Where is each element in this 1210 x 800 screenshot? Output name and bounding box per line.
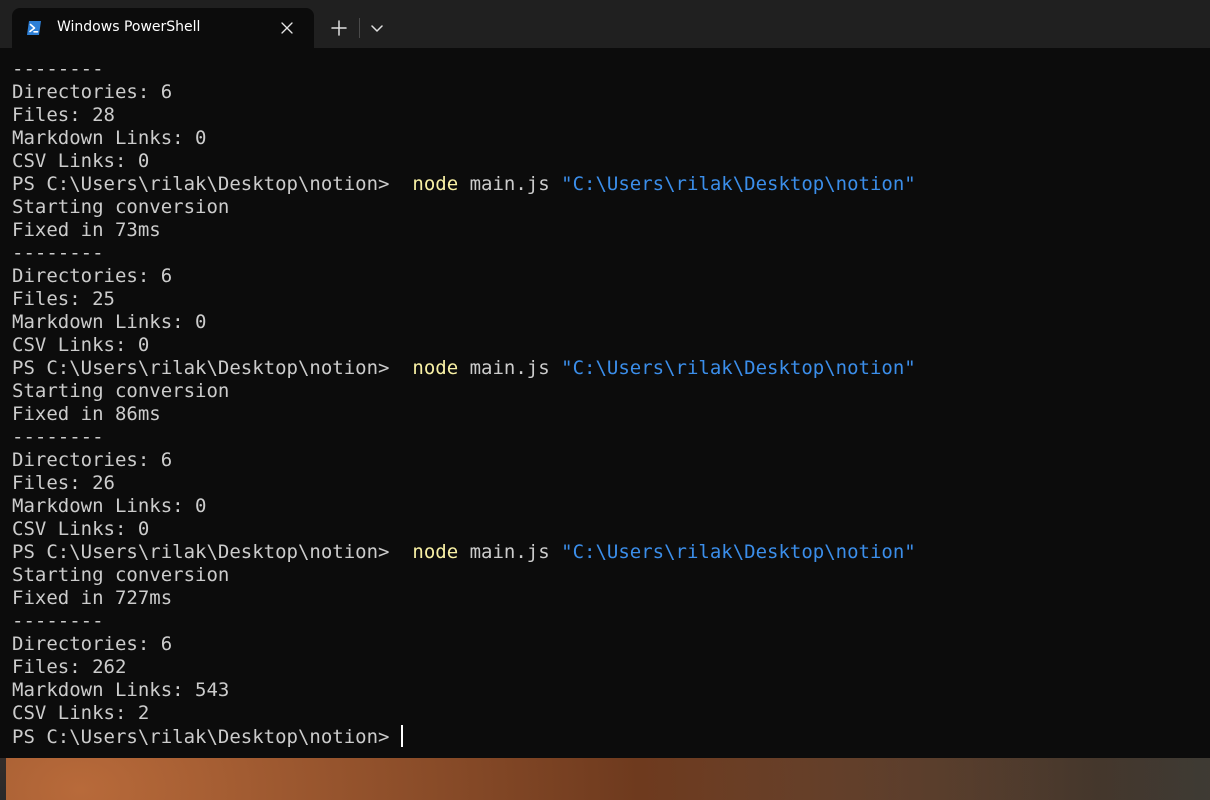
command-argument: main.js [469, 173, 550, 195]
command-line: PS C:\Users\rilak\Desktop\notion> node m… [12, 541, 1202, 564]
scrollbar[interactable] [1200, 48, 1210, 758]
output-text: Directories: 6 [12, 633, 173, 655]
command-string-argument: "C:\Users\rilak\Desktop\notion" [561, 173, 916, 195]
output-text: Directories: 6 [12, 265, 173, 287]
output-text: Directories: 6 [12, 81, 173, 103]
output-text: Starting conversion [12, 564, 230, 586]
powershell-icon [26, 20, 42, 36]
output-text: CSV Links: 2 [12, 702, 150, 724]
output-text: CSV Links: 0 [12, 518, 150, 540]
text-cursor[interactable] [400, 725, 403, 747]
output-line: Files: 262 [12, 656, 1202, 679]
output-line: Directories: 6 [12, 81, 1202, 104]
output-line: Starting conversion [12, 564, 1202, 587]
output-text: Fixed in 73ms [12, 219, 161, 241]
output-line: Files: 28 [12, 104, 1202, 127]
output-text: Files: 26 [12, 472, 115, 494]
new-tab-button[interactable] [322, 12, 356, 44]
output-text: -------- [12, 58, 104, 80]
output-line: CSV Links: 2 [12, 702, 1202, 725]
output-line: Starting conversion [12, 196, 1202, 219]
prompt: PS C:\Users\rilak\Desktop\notion> [12, 726, 390, 748]
output-line: CSV Links: 0 [12, 150, 1202, 173]
output-text: Markdown Links: 0 [12, 127, 207, 149]
tab-separator [359, 18, 360, 38]
output-line: Markdown Links: 0 [12, 311, 1202, 334]
output-text: CSV Links: 0 [12, 334, 150, 356]
output-line: -------- [12, 242, 1202, 265]
output-line: Directories: 6 [12, 265, 1202, 288]
command-string-argument: "C:\Users\rilak\Desktop\notion" [561, 541, 916, 563]
output-text: Fixed in 727ms [12, 587, 173, 609]
output-text: -------- [12, 610, 104, 632]
output-text: Starting conversion [12, 196, 230, 218]
command-line: PS C:\Users\rilak\Desktop\notion> node m… [12, 357, 1202, 380]
output-text: Markdown Links: 543 [12, 679, 230, 701]
output-text: Files: 28 [12, 104, 115, 126]
prompt: PS C:\Users\rilak\Desktop\notion> [12, 357, 390, 379]
output-line: -------- [12, 426, 1202, 449]
tab-windows-powershell[interactable]: Windows PowerShell [12, 8, 314, 48]
output-line: Fixed in 73ms [12, 219, 1202, 242]
output-text: Fixed in 86ms [12, 403, 161, 425]
output-line: CSV Links: 0 [12, 518, 1202, 541]
chevron-down-icon [371, 25, 383, 32]
output-text: Files: 262 [12, 656, 127, 678]
output-line: Files: 25 [12, 288, 1202, 311]
output-text: Starting conversion [12, 380, 230, 402]
command-argument: main.js [469, 357, 550, 379]
command-line: PS C:\Users\rilak\Desktop\notion> node m… [12, 173, 1202, 196]
output-text: -------- [12, 242, 104, 264]
input-line: PS C:\Users\rilak\Desktop\notion> [12, 725, 1202, 748]
output-line: Files: 26 [12, 472, 1202, 495]
output-line: Starting conversion [12, 380, 1202, 403]
plus-icon [331, 20, 347, 36]
output-text: Markdown Links: 0 [12, 495, 207, 517]
terminal-output[interactable]: -------- Directories: 6 Files: 28 Markdown … [12, 58, 1202, 754]
output-line: Markdown Links: 543 [12, 679, 1202, 702]
command-name: node [412, 173, 459, 195]
title-bar: Windows PowerShell [0, 0, 1210, 48]
close-icon[interactable] [276, 17, 298, 39]
command-string-argument: "C:\Users\rilak\Desktop\notion" [561, 357, 916, 379]
output-text: Markdown Links: 0 [12, 311, 207, 333]
output-line: Fixed in 727ms [12, 587, 1202, 610]
output-line: CSV Links: 0 [12, 334, 1202, 357]
prompt: PS C:\Users\rilak\Desktop\notion> [12, 541, 390, 563]
command-argument: main.js [469, 541, 550, 563]
output-text: Directories: 6 [12, 449, 173, 471]
output-line: Directories: 6 [12, 449, 1202, 472]
tab-title: Windows PowerShell [57, 19, 201, 35]
command-name: node [412, 541, 459, 563]
tab-dropdown-button[interactable] [362, 12, 392, 44]
output-text: CSV Links: 0 [12, 150, 150, 172]
prompt: PS C:\Users\rilak\Desktop\notion> [12, 173, 390, 195]
output-line: Markdown Links: 0 [12, 495, 1202, 518]
output-line: Markdown Links: 0 [12, 127, 1202, 150]
output-line: -------- [12, 610, 1202, 633]
terminal-window: Windows PowerShell -------- Directories: … [0, 0, 1210, 758]
output-line: Fixed in 86ms [12, 403, 1202, 426]
output-text: -------- [12, 426, 104, 448]
command-name: node [412, 357, 459, 379]
output-line: Directories: 6 [12, 633, 1202, 656]
output-text: Files: 25 [12, 288, 115, 310]
output-line: -------- [12, 58, 1202, 81]
